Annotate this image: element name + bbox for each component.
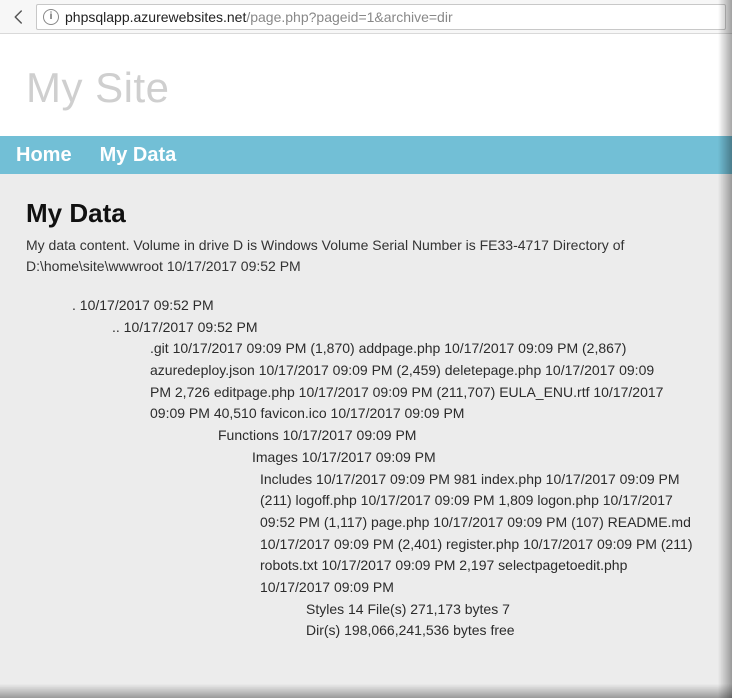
dir-entry-images: Images 10/17/2017 09:09 PM [26,447,706,469]
url-path: /page.php?pageid=1&archive=dir [246,9,452,25]
page-heading: My Data [26,198,706,229]
back-button[interactable] [6,4,32,30]
intro-text: My data content. Volume in drive D is Wi… [26,235,666,277]
site-info-icon[interactable]: i [43,9,59,25]
content-area: My Data My data content. Volume in drive… [0,174,732,698]
url-host: phpsqlapp.azurewebsites.net [65,9,246,25]
nav-mydata[interactable]: My Data [100,144,177,167]
browser-address-bar: i phpsqlapp.azurewebsites.net/page.php?p… [0,0,732,34]
main-nav: Home My Data [0,136,732,174]
dir-entry-dot: . 10/17/2017 09:52 PM [26,295,706,317]
dir-file-block-1: .git 10/17/2017 09:09 PM (1,870) addpage… [26,338,676,425]
site-title: My Site [0,34,732,136]
url-input[interactable]: i phpsqlapp.azurewebsites.net/page.php?p… [36,4,726,30]
dir-summary: Styles 14 File(s) 271,173 bytes 7 Dir(s)… [26,599,546,642]
dir-file-block-2: Includes 10/17/2017 09:09 PM 981 index.p… [26,469,696,599]
dir-entry-functions: Functions 10/17/2017 09:09 PM [26,425,706,447]
dir-entry-dotdot: .. 10/17/2017 09:52 PM [26,317,706,339]
nav-home[interactable]: Home [16,144,72,167]
arrow-left-icon [10,8,28,26]
page-body: My Site Home My Data My Data My data con… [0,34,732,698]
directory-listing: . 10/17/2017 09:52 PM .. 10/17/2017 09:5… [26,295,706,642]
